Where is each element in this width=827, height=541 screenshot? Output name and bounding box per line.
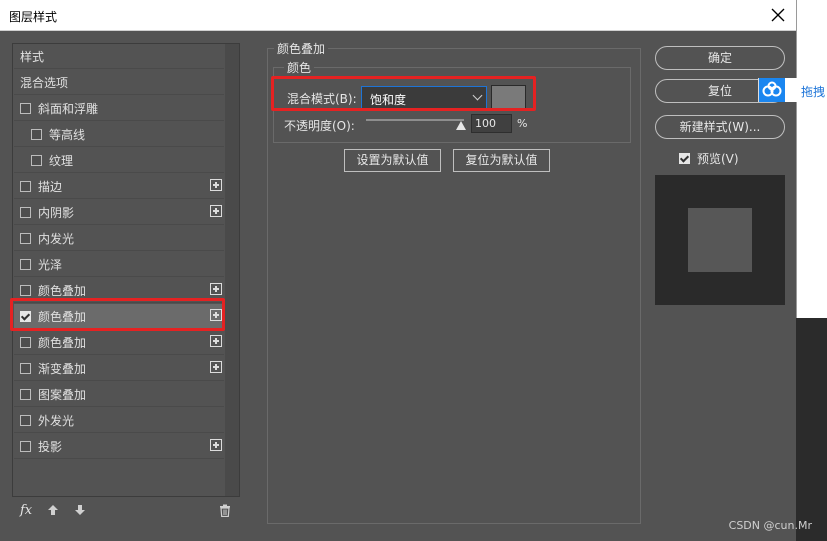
fx-icon: fx xyxy=(20,503,33,518)
new-style-button[interactable]: 新建样式(W)... xyxy=(655,115,785,139)
style-list-item[interactable]: 斜面和浮雕 xyxy=(14,96,224,121)
style-checkbox[interactable] xyxy=(20,362,31,374)
style-list-item[interactable]: 渐变叠加 xyxy=(14,356,224,381)
fx-button[interactable]: fx xyxy=(20,503,32,518)
close-icon[interactable] xyxy=(766,3,790,27)
cloud-icon xyxy=(759,78,785,102)
style-checkbox[interactable] xyxy=(20,258,31,270)
style-item-label: 颜色叠加 xyxy=(38,335,87,350)
style-checkbox[interactable] xyxy=(20,232,31,244)
style-item-label: 内阴影 xyxy=(38,205,75,220)
style-checkbox[interactable] xyxy=(20,206,31,218)
style-list-item[interactable]: 等高线 xyxy=(14,122,224,147)
style-item-label: 光泽 xyxy=(38,257,63,272)
style-list-item[interactable]: 内阴影 xyxy=(14,200,224,225)
style-item-label: 纹理 xyxy=(49,153,74,168)
preview-checkbox-row[interactable]: 预览(V) xyxy=(679,150,739,167)
style-item-label: 颜色叠加 xyxy=(38,283,87,298)
style-item-label: 图案叠加 xyxy=(38,387,87,402)
style-list-item[interactable]: 纹理 xyxy=(14,148,224,173)
opacity-input[interactable]: 100 xyxy=(471,114,512,133)
opacity-unit: % xyxy=(517,117,528,130)
preview-checkbox[interactable] xyxy=(679,153,690,164)
style-list-item[interactable]: 外发光 xyxy=(14,408,224,433)
arrow-down-icon[interactable] xyxy=(74,504,86,516)
style-item-label: 外发光 xyxy=(38,413,75,428)
style-list-scrollbar[interactable] xyxy=(225,44,239,496)
baidu-drag-widget[interactable]: 拖拽 xyxy=(758,78,827,102)
style-item-label: 等高线 xyxy=(49,127,86,142)
style-checkbox[interactable] xyxy=(20,336,31,348)
opacity-label: 不透明度(O): xyxy=(284,119,355,133)
style-list-item[interactable]: 混合选项 xyxy=(14,70,224,95)
selected-item-highlight xyxy=(10,298,225,331)
style-item-label: 描边 xyxy=(38,179,63,194)
style-checkbox[interactable] xyxy=(31,128,42,140)
style-list: 样式 混合选项 斜面和浮雕 等高线 纹理 描边 内阴影 内发光 光泽 颜色叠加 颜色叠加 颜色叠加 渐变… xyxy=(12,43,240,497)
add-instance-icon[interactable] xyxy=(210,439,222,451)
style-checkbox[interactable] xyxy=(20,440,31,452)
style-checkbox[interactable] xyxy=(20,388,31,400)
preview-swatch xyxy=(688,208,752,272)
watermark: CSDN @cun.Mr xyxy=(728,519,812,532)
style-item-label: 斜面和浮雕 xyxy=(38,101,99,116)
arrow-up-icon[interactable] xyxy=(47,504,59,516)
add-instance-icon[interactable] xyxy=(210,179,222,191)
trash-icon[interactable] xyxy=(219,504,231,517)
opacity-slider-thumb[interactable] xyxy=(456,121,466,130)
preview-label: 预览(V) xyxy=(697,152,739,166)
title-bar: 图层样式 xyxy=(0,0,796,31)
style-checkbox[interactable] xyxy=(20,102,31,114)
window-title: 图层样式 xyxy=(9,10,58,24)
style-list-item[interactable]: 图案叠加 xyxy=(14,382,224,407)
ok-button[interactable]: 确定 xyxy=(655,46,785,70)
opacity-slider-track[interactable] xyxy=(366,119,464,121)
preview-thumbnail xyxy=(655,175,785,305)
add-instance-icon[interactable] xyxy=(210,283,222,295)
style-item-label: 内发光 xyxy=(38,231,75,246)
add-instance-icon[interactable] xyxy=(210,335,222,347)
color-subgroup-title: 颜色 xyxy=(284,59,315,76)
style-checkbox[interactable] xyxy=(31,154,42,166)
blend-mode-highlight xyxy=(271,76,536,111)
style-checkbox[interactable] xyxy=(20,180,31,192)
add-instance-icon[interactable] xyxy=(210,205,222,217)
set-default-button[interactable]: 设置为默认值 xyxy=(344,149,441,172)
style-item-label: 投影 xyxy=(38,439,63,454)
style-item-label: 渐变叠加 xyxy=(38,361,87,376)
style-item-label: 混合选项 xyxy=(20,75,69,90)
style-list-item[interactable]: 描边 xyxy=(14,174,224,199)
style-list-item[interactable]: 样式 xyxy=(14,44,224,69)
style-list-item[interactable]: 内发光 xyxy=(14,226,224,251)
style-checkbox[interactable] xyxy=(20,414,31,426)
style-list-item[interactable]: 颜色叠加 xyxy=(14,330,224,355)
style-list-item[interactable]: 投影 xyxy=(14,434,224,459)
add-instance-icon[interactable] xyxy=(210,361,222,373)
color-overlay-title: 颜色叠加 xyxy=(274,40,329,57)
style-list-item[interactable]: 光泽 xyxy=(14,252,224,277)
reset-default-button[interactable]: 复位为默认值 xyxy=(453,149,550,172)
baidu-drag-label: 拖拽 xyxy=(801,85,826,99)
style-checkbox[interactable] xyxy=(20,284,31,296)
style-item-label: 样式 xyxy=(20,49,45,64)
